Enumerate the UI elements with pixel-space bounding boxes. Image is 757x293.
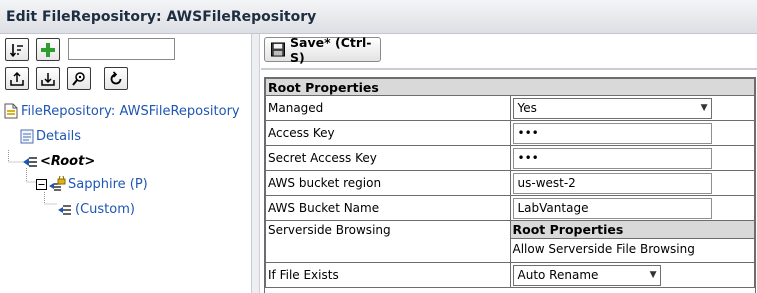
hierarchy-icon <box>58 204 71 215</box>
managed-select[interactable]: Yes ▼ <box>512 97 712 119</box>
if-file-exists-select[interactable]: Auto Rename ▼ <box>512 264 661 286</box>
left-panel: FileRepository: AWSFileRepository Detail… <box>0 34 252 293</box>
sort-icon <box>9 43 23 57</box>
chevron-down-icon: ▼ <box>700 103 708 113</box>
add-icon <box>41 42 55 57</box>
secret-access-key-field[interactable]: ••• <box>512 147 712 169</box>
tree-item-details-label[interactable]: Details <box>36 129 81 144</box>
access-key-field[interactable]: ••• <box>512 122 712 144</box>
search-input[interactable] <box>68 38 175 60</box>
hierarchy-icon <box>23 156 37 167</box>
tree-item-repository-label[interactable]: FileRepository: AWSFileRepository <box>21 104 240 119</box>
repository-icon <box>4 103 18 119</box>
if-file-exists-value: Auto Rename <box>517 268 599 282</box>
tree-item-sapphire-label[interactable]: Sapphire (P) <box>68 177 148 192</box>
import-button[interactable] <box>36 67 60 90</box>
serverside-browsing-label: Serverside Browsing <box>265 220 511 263</box>
property-row-aws-bucket-region: AWS bucket region us-west-2 <box>265 170 755 196</box>
access-key-label: Access Key <box>265 120 511 146</box>
tree-connector <box>44 192 57 205</box>
window-title: Edit FileRepository: AWSFileRepository <box>0 0 757 34</box>
tree-item-custom-label[interactable]: (Custom) <box>75 202 135 217</box>
allow-serverside-browsing-label: Allow Serverside File Browsing <box>510 237 755 260</box>
collapse-icon[interactable] <box>36 178 47 190</box>
properties-header: Root Properties <box>265 78 755 96</box>
save-icon <box>271 42 286 57</box>
save-button-label: Save* (Ctrl-S) <box>290 34 372 65</box>
chevron-down-icon: ▼ <box>649 270 657 280</box>
managed-label: Managed <box>265 95 511 121</box>
property-row-access-key: Access Key ••• <box>265 120 755 146</box>
save-button[interactable]: Save* (Ctrl-S) <box>264 34 381 65</box>
aws-bucket-name-field[interactable]: LabVantage <box>512 197 712 219</box>
inspect-icon <box>72 71 85 86</box>
property-row-serverside-browsing: Serverside Browsing Root Properties Allo… <box>265 220 755 263</box>
export-button[interactable] <box>5 67 29 90</box>
tree-item-repository[interactable]: FileRepository: AWSFileRepository <box>4 103 240 119</box>
right-panel: Save* (Ctrl-S) Root Properties Managed Y… <box>261 34 757 293</box>
serverside-browsing-subgrid: Root Properties Allow Serverside File Br… <box>510 221 755 260</box>
serverside-browsing-header: Root Properties <box>510 221 755 239</box>
aws-bucket-region-field[interactable]: us-west-2 <box>512 172 712 194</box>
sort-button[interactable] <box>5 38 29 61</box>
add-button[interactable] <box>36 38 60 61</box>
tree-item-root[interactable]: <Root> <box>22 154 95 169</box>
tree-item-details[interactable]: Details <box>20 129 81 144</box>
refresh-icon <box>110 70 122 84</box>
property-row-if-file-exists: If File Exists Auto Rename ▼ <box>265 262 755 288</box>
managed-value: Yes <box>517 101 537 115</box>
if-file-exists-label: If File Exists <box>265 262 511 288</box>
details-icon <box>20 129 34 144</box>
panel-splitter[interactable] <box>252 34 260 293</box>
tree-item-custom[interactable]: (Custom) <box>57 202 135 217</box>
properties-grid: Root Properties Managed Yes ▼ Access Key… <box>264 77 756 293</box>
property-row-managed: Managed Yes ▼ <box>265 95 755 121</box>
property-row-aws-bucket-name: AWS Bucket Name LabVantage <box>265 195 755 221</box>
inspect-button[interactable] <box>67 67 91 90</box>
import-icon <box>41 72 55 86</box>
tree-item-sapphire[interactable]: Sapphire (P) <box>36 176 148 192</box>
aws-bucket-region-label: AWS bucket region <box>265 170 511 196</box>
locked-hierarchy-icon <box>49 176 66 191</box>
export-icon <box>10 71 24 86</box>
refresh-button[interactable] <box>104 67 128 90</box>
secret-access-key-label: Secret Access Key <box>265 145 511 171</box>
property-row-secret-access-key: Secret Access Key ••• <box>265 145 755 171</box>
aws-bucket-name-label: AWS Bucket Name <box>265 195 511 221</box>
divider <box>261 68 757 70</box>
tree-item-root-label[interactable]: <Root> <box>40 154 95 169</box>
